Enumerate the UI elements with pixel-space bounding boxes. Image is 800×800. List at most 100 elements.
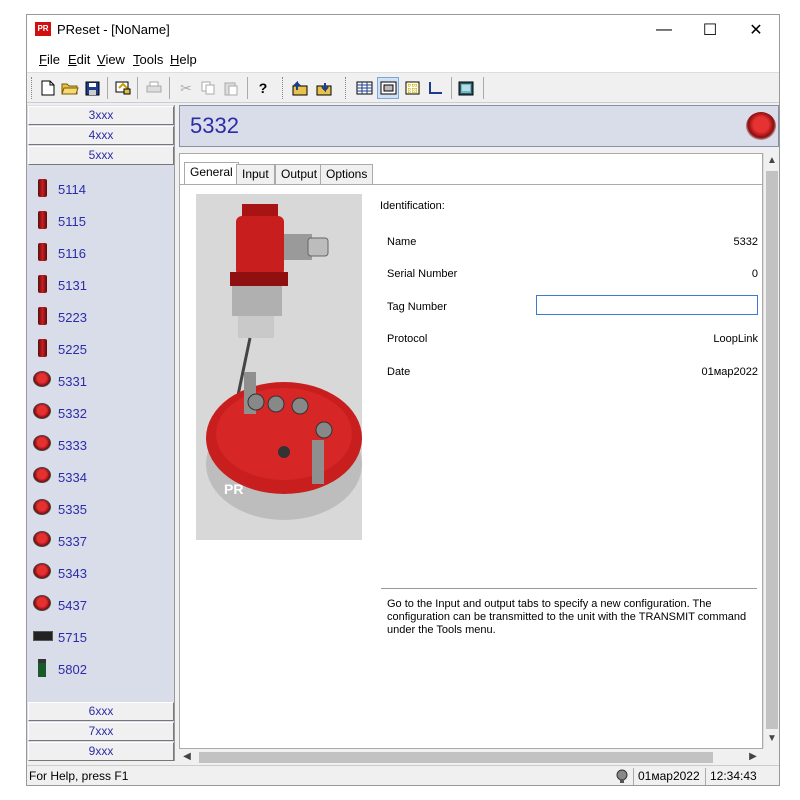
toolbar-grip[interactable] <box>282 77 285 99</box>
group-4xxx-button[interactable]: 4xxx <box>28 126 174 145</box>
sidebar-item-label: 5223 <box>58 310 87 325</box>
menu-bar: File Edit View Tools Help <box>27 45 779 73</box>
name-label: Name <box>387 236 417 248</box>
divider <box>381 588 757 589</box>
head-transmitter-icon <box>33 563 51 581</box>
main-panel: 5332 General Input Output Options PR Ide… <box>179 105 779 765</box>
scroll-up-icon[interactable]: ▲ <box>764 153 780 169</box>
sidebar-item-5131[interactable]: 5131 <box>27 269 173 301</box>
sidebar-item-5802[interactable]: 5802 <box>27 653 173 685</box>
protocol-value: LoopLink <box>713 333 758 345</box>
sidebar-item-5334[interactable]: 5334 <box>27 461 173 493</box>
cylinder-sensor-icon <box>33 307 51 325</box>
tag-number-label: Tag Number <box>387 301 447 313</box>
close-button[interactable]: ✕ <box>733 15 779 45</box>
horizontal-scrollbar[interactable]: ◀ ▶ <box>179 749 763 765</box>
monitor-icon[interactable] <box>455 77 477 99</box>
sidebar-item-5715[interactable]: 5715 <box>27 621 173 653</box>
info-text: Go to the Input and output tabs to speci… <box>387 598 747 636</box>
tab-input[interactable]: Input <box>236 164 275 184</box>
toolbar-separator <box>169 77 170 99</box>
sidebar-item-label: 5116 <box>58 246 86 261</box>
pr-logo-icon: PR <box>35 22 51 36</box>
name-value: 5332 <box>733 236 758 248</box>
menu-tools[interactable]: Tools <box>133 52 163 67</box>
menu-file[interactable]: File <box>39 52 60 67</box>
date-label: Date <box>387 366 411 378</box>
sidebar-item-5115[interactable]: 5115 <box>27 205 173 237</box>
print-icon[interactable] <box>143 77 165 99</box>
download-icon[interactable] <box>313 77 335 99</box>
tag-number-input[interactable] <box>536 295 758 315</box>
sidebar-item-5225[interactable]: 5225 <box>27 333 173 365</box>
rail-module-icon <box>33 659 51 677</box>
vertical-scrollbar[interactable]: ▲ ▼ <box>763 153 779 749</box>
serial-number-label: Serial Number <box>387 268 458 280</box>
group-7xxx-button[interactable]: 7xxx <box>28 722 174 741</box>
group-6xxx-button[interactable]: 6xxx <box>28 702 174 721</box>
toolbar-grip[interactable] <box>31 77 34 99</box>
scroll-thumb[interactable] <box>199 752 713 763</box>
group-5xxx-button[interactable]: 5xxx <box>28 146 174 165</box>
group-9xxx-button[interactable]: 9xxx <box>28 742 174 761</box>
scroll-down-icon[interactable]: ▼ <box>764 731 780 747</box>
sidebar-item-5337[interactable]: 5337 <box>27 525 173 557</box>
tab-general[interactable]: General <box>184 162 239 185</box>
cut-icon[interactable]: ✂ <box>175 77 197 99</box>
group-3xxx-button[interactable]: 3xxx <box>28 106 174 125</box>
help-icon[interactable]: ? <box>252 77 274 99</box>
sidebar-item-5343[interactable]: 5343 <box>27 557 173 589</box>
head-transmitter-icon <box>33 467 51 485</box>
window-title: PReset - [NoName] <box>57 22 170 37</box>
sidebar-item-label: 5715 <box>58 630 87 645</box>
sidebar-item-label: 5114 <box>58 182 86 197</box>
toolbar-separator <box>451 77 452 99</box>
sidebar-item-5331[interactable]: 5331 <box>27 365 173 397</box>
menu-view[interactable]: View <box>97 52 125 67</box>
toolbar-grip[interactable] <box>345 77 348 99</box>
device-view-icon[interactable] <box>377 77 399 99</box>
serial-number-value: 0 <box>751 268 758 280</box>
toolbar-separator <box>137 77 138 99</box>
sidebar-item-5437[interactable]: 5437 <box>27 589 173 621</box>
minimize-button[interactable]: — <box>641 15 687 45</box>
tab-options[interactable]: Options <box>320 164 374 184</box>
sidebar-item-label: 5437 <box>58 598 87 613</box>
menu-help[interactable]: Help <box>170 52 197 67</box>
table-view-icon[interactable] <box>353 77 375 99</box>
sidebar-item-5335[interactable]: 5335 <box>27 493 173 525</box>
sidebar-item-5333[interactable]: 5333 <box>27 429 173 461</box>
upload-icon[interactable] <box>289 77 311 99</box>
sidebar-item-5223[interactable]: 5223 <box>27 301 173 333</box>
toolbar-separator <box>247 77 248 99</box>
sidebar-item-5116[interactable]: 5116 <box>27 237 173 269</box>
cylinder-sensor-icon <box>33 339 51 357</box>
menu-edit[interactable]: Edit <box>68 52 90 67</box>
cylinder-sensor-icon <box>33 275 51 293</box>
sidebar-item-5332[interactable]: 5332 <box>27 397 173 429</box>
grid-view-icon[interactable] <box>401 77 423 99</box>
save-icon[interactable] <box>81 77 103 99</box>
copy-icon[interactable] <box>197 77 219 99</box>
title-bar[interactable]: PR PReset - [NoName] — ☐ ✕ <box>27 15 779 45</box>
head-transmitter-icon <box>33 435 51 453</box>
open-folder-icon[interactable] <box>59 77 81 99</box>
sidebar-item-label: 5331 <box>58 374 87 389</box>
scroll-thumb[interactable] <box>766 171 778 729</box>
device-header: 5332 <box>179 105 779 147</box>
sidebar-item-label: 5337 <box>58 534 87 549</box>
cylinder-sensor-icon <box>33 211 51 229</box>
head-transmitter-icon <box>746 112 776 140</box>
head-transmitter-icon <box>33 595 51 613</box>
new-file-icon[interactable] <box>37 77 59 99</box>
maximize-button[interactable]: ☐ <box>687 15 733 45</box>
sidebar-item-5114[interactable]: 5114 <box>27 173 173 205</box>
status-bar: For Help, press F1 01мар2022 12:34:43 <box>27 765 779 785</box>
toolbar: ✂ ? <box>27 73 779 103</box>
scroll-left-icon[interactable]: ◀ <box>179 749 195 765</box>
transmit-icon[interactable] <box>112 77 134 99</box>
tab-output[interactable]: Output <box>275 164 324 184</box>
paste-icon[interactable] <box>220 77 242 99</box>
chart-view-icon[interactable] <box>424 77 446 99</box>
scroll-right-icon[interactable]: ▶ <box>745 749 761 765</box>
